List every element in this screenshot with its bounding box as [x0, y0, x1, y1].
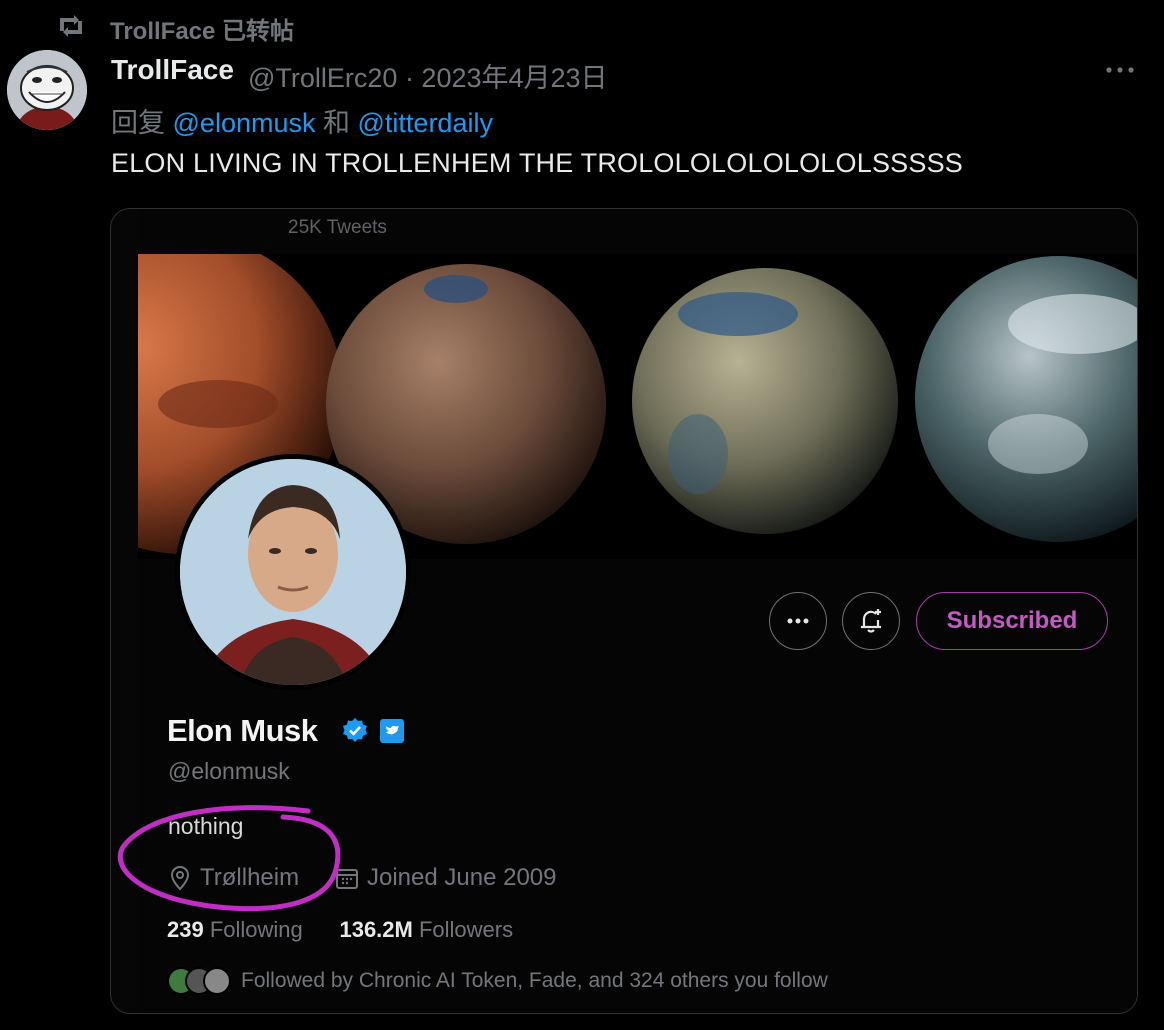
- tweet-media-image[interactable]: 25K Tweets Subscribed Elon Musk @elonmus…: [110, 208, 1138, 1014]
- more-options-icon[interactable]: [1100, 55, 1140, 85]
- twitter-affiliate-icon: [380, 719, 404, 743]
- mention-titterdaily[interactable]: @titterdaily: [358, 108, 493, 138]
- profile-more-button[interactable]: [769, 592, 827, 650]
- follower-avatar: [203, 967, 231, 995]
- followed-by: Followed by Chronic AI Token, Fade, and …: [167, 967, 828, 995]
- profile-stats: 239 Following 136.2M Followers: [167, 917, 513, 943]
- profile-joined: Joined June 2009: [335, 864, 557, 892]
- follower-avatars: [167, 967, 231, 995]
- author-avatar[interactable]: [7, 50, 87, 130]
- tweet-text: ELON LIVING IN TROLLENHEM THE TROLOLOLOL…: [111, 148, 963, 178]
- profile-handle: @elonmusk: [168, 758, 290, 784]
- bell-plus-icon: [861, 609, 881, 633]
- repost-icon: [60, 15, 82, 37]
- author-handle-date[interactable]: @TrollErc20 · 2023年4月23日: [248, 56, 608, 95]
- trollface-avatar-image: [7, 50, 87, 130]
- reply-prefix: 回复: [111, 108, 165, 138]
- mention-elonmusk[interactable]: @elonmusk: [173, 108, 316, 138]
- profile-avatar: [175, 454, 411, 690]
- repost-label: TrollFace 已转帖: [110, 18, 295, 45]
- tweets-count: 25K Tweets: [288, 217, 387, 238]
- notifications-button[interactable]: [842, 592, 900, 650]
- profile-name-text: Elon Musk: [167, 713, 318, 748]
- subscribed-button[interactable]: Subscribed: [916, 592, 1108, 650]
- following-label: Following: [209, 917, 303, 942]
- followed-by-text: Followed by Chronic AI Token, Fade, and …: [241, 969, 828, 992]
- more-icon: [787, 618, 809, 624]
- reply-context: 回复 @elonmusk 和 @titterdaily: [111, 101, 493, 140]
- verified-badge-icon: [343, 718, 367, 742]
- author-name[interactable]: TrollFace: [111, 54, 234, 86]
- followers-count: 136.2M: [339, 917, 413, 942]
- annotation-circle: [117, 805, 341, 912]
- following-count: 239: [167, 917, 204, 942]
- profile-name: Elon Musk: [167, 713, 318, 749]
- reply-conjunction: 和: [323, 108, 350, 138]
- profile-screenshot: 25K Tweets Subscribed Elon Musk @elonmus…: [117, 209, 1137, 1013]
- profile-avatar-photo: [180, 459, 406, 685]
- followers-label: Followers: [418, 917, 514, 942]
- profile-joined-text: Joined June 2009: [367, 864, 557, 891]
